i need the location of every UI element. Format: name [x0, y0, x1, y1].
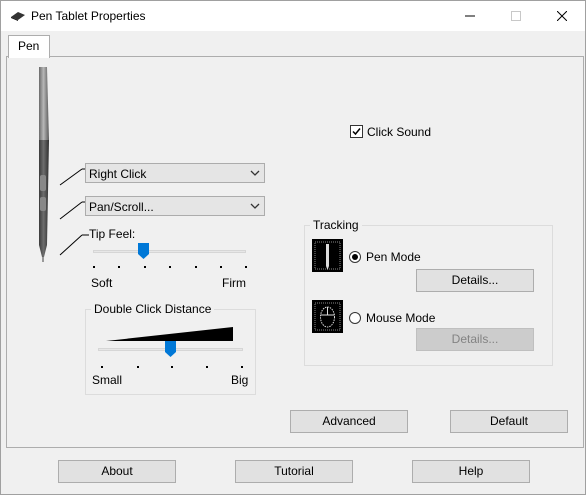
mouse-mode-label: Mouse Mode	[366, 311, 436, 325]
tick-mark	[206, 366, 208, 368]
pen-tablet-properties-window: Pen Tablet Properties Pen Right Click Pa…	[0, 0, 586, 495]
double-click-distance-label: Double Click Distance	[91, 302, 215, 316]
pen-illustration-icon	[39, 67, 49, 262]
tick-mark	[220, 266, 222, 268]
click-sound-checkbox[interactable]	[350, 125, 363, 138]
tab-pen-label: Pen	[18, 39, 40, 53]
lower-button-select[interactable]: Pan/Scroll...	[85, 196, 265, 216]
tick-mark	[93, 266, 95, 268]
minimize-button[interactable]	[447, 1, 493, 31]
pen-mode-label: Pen Mode	[366, 250, 421, 264]
upper-button-value: Right Click	[89, 167, 147, 181]
distance-wedge-icon	[106, 327, 233, 341]
tick-mark	[195, 266, 197, 268]
chevron-down-icon	[250, 203, 260, 209]
close-button[interactable]	[539, 1, 585, 31]
double-click-min-label: Small	[92, 373, 123, 387]
lower-button-value: Pan/Scroll...	[89, 200, 154, 214]
tick-mark	[137, 366, 139, 368]
tip-feel-slider[interactable]	[137, 243, 149, 259]
maximize-icon	[511, 11, 521, 21]
double-click-max-label: Big	[231, 373, 249, 387]
pen-mode-radio[interactable]	[349, 251, 361, 263]
pen-tab-panel: Right Click Pan/Scroll... Tip Feel: Soft…	[6, 56, 584, 448]
checkmark-icon	[352, 128, 361, 136]
pen-mode-icon	[312, 239, 343, 272]
tip-feel-label: Tip Feel:	[89, 227, 136, 241]
upper-button-select[interactable]: Right Click	[85, 163, 265, 183]
tip-feel-track[interactable]	[93, 250, 246, 253]
tip-feel-max-label: Firm	[222, 276, 246, 290]
close-icon	[557, 11, 567, 21]
click-sound-label: Click Sound	[367, 125, 432, 139]
mouse-mode-radio[interactable]	[349, 312, 361, 324]
tick-mark	[169, 266, 171, 268]
mouse-mode-icon	[312, 300, 343, 333]
about-button[interactable]: About	[58, 460, 176, 483]
pen-mode-details-button[interactable]: Details...	[416, 269, 534, 292]
window-title: Pen Tablet Properties	[31, 9, 146, 23]
tick-mark	[144, 266, 146, 268]
mouse-mode-details-button[interactable]: Details...	[416, 328, 534, 351]
tick-mark	[241, 366, 243, 368]
advanced-button[interactable]: Advanced	[290, 410, 408, 433]
tip-feel-min-label: Soft	[91, 276, 113, 290]
tick-mark	[101, 366, 103, 368]
tablet-app-icon	[11, 12, 25, 21]
tick-mark	[118, 266, 120, 268]
tutorial-button[interactable]: Tutorial	[235, 460, 353, 483]
minimize-icon	[465, 15, 475, 17]
tick-mark	[171, 366, 173, 368]
tick-mark	[245, 266, 247, 268]
title-bar: Pen Tablet Properties	[1, 1, 585, 31]
double-click-distance-slider[interactable]	[165, 341, 176, 357]
maximize-button[interactable]	[493, 1, 539, 31]
chevron-down-icon	[250, 170, 260, 176]
tab-pen[interactable]: Pen	[8, 35, 50, 58]
tracking-label: Tracking	[310, 218, 362, 232]
default-button[interactable]: Default	[450, 410, 568, 433]
help-button[interactable]: Help	[412, 460, 530, 483]
